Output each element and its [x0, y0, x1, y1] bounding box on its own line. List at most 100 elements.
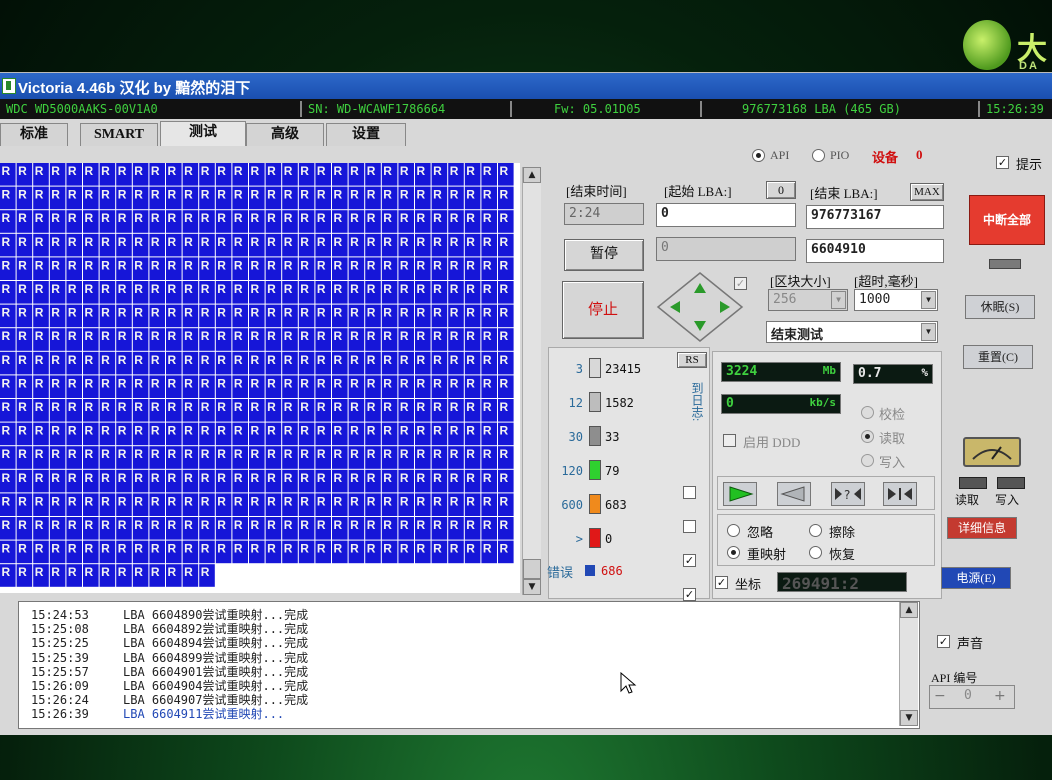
block-cell-letter: R	[500, 400, 509, 414]
seek-button[interactable]: ?	[831, 482, 865, 506]
log-to-checkbox[interactable]	[683, 486, 696, 499]
block-cell-letter: R	[300, 235, 309, 249]
verify-radio[interactable]	[861, 406, 874, 419]
api-number-label: API 编号	[931, 671, 978, 685]
block-cell-letter: R	[367, 235, 376, 249]
block-cell-letter: R	[134, 329, 143, 343]
block-cell-letter: R	[51, 211, 60, 225]
block-cell-letter: R	[101, 376, 110, 390]
block-cell-letter: R	[51, 542, 60, 556]
block-cell-letter: R	[500, 306, 509, 320]
block-cell-letter: R	[35, 211, 44, 225]
block-cell-letter: R	[18, 235, 27, 249]
log-to-checkbox[interactable]	[683, 520, 696, 533]
sound-checkbox[interactable]: ✓	[937, 635, 950, 648]
erase-radio[interactable]	[809, 524, 822, 537]
coord-checkbox[interactable]: ✓	[715, 576, 728, 589]
end-action-select[interactable]: 结束测试 ▼	[766, 321, 938, 343]
block-cell-letter: R	[101, 282, 110, 296]
tab-smart[interactable]: SMART	[80, 123, 158, 146]
tab-test[interactable]: 测试	[160, 121, 246, 146]
read-radio[interactable]	[861, 430, 874, 443]
direction-pad[interactable]	[656, 271, 744, 343]
power-button[interactable]: 电源(E)	[941, 567, 1011, 589]
pause-button[interactable]: 暂停	[564, 239, 644, 271]
remap-radio[interactable]	[727, 546, 740, 559]
svg-text:?: ?	[844, 488, 850, 502]
map-scrollbar[interactable]: ▲ ▼	[522, 167, 541, 595]
plus-icon[interactable]: +	[994, 688, 1006, 704]
reset-button[interactable]: 重置(C)	[963, 345, 1033, 369]
rewind-button[interactable]	[777, 482, 811, 506]
block-map-grid: R R R R R R R R R R R R R R R R R R R R R R R R R R R R R R RR R R R R R R R R…	[0, 163, 514, 587]
block-cell-letter: R	[400, 282, 409, 296]
block-cell-letter: R	[217, 471, 226, 485]
stop-button[interactable]: 停止	[562, 281, 644, 339]
tab-settings[interactable]: 设置	[326, 123, 406, 146]
block-cell-letter: R	[18, 258, 27, 272]
end-lba-max-button[interactable]: MAX	[910, 183, 944, 201]
block-cell-letter: R	[234, 518, 243, 532]
block-cell-letter: R	[101, 306, 110, 320]
stat-count: 0	[605, 532, 613, 546]
block-cell-letter: R	[466, 329, 475, 343]
chevron-down-icon: ▼	[921, 323, 936, 341]
scroll-down-button[interactable]: ▼	[523, 579, 541, 595]
minus-icon[interactable]: −	[934, 688, 946, 704]
block-cell-letter: R	[35, 518, 44, 532]
block-cell-letter: R	[2, 258, 11, 272]
block-size-select[interactable]: 256 ▼	[768, 289, 848, 311]
block-size-label: [区块大小]	[770, 274, 831, 289]
block-cell-letter: R	[151, 565, 160, 579]
block-cell-letter: R	[367, 376, 376, 390]
block-cell-letter: R	[2, 565, 11, 579]
block-cell-letter: R	[151, 518, 160, 532]
block-cell-letter: R	[267, 471, 276, 485]
api-radio[interactable]	[752, 149, 765, 162]
block-cell-letter: R	[400, 518, 409, 532]
block-cell-letter: R	[367, 258, 376, 272]
timeout-select[interactable]: 1000 ▼	[854, 289, 938, 311]
hints-checkbox[interactable]: ✓	[996, 156, 1009, 169]
step-button[interactable]	[883, 482, 917, 506]
end-lba-input[interactable]: 976773167	[806, 205, 944, 229]
restore-radio[interactable]	[809, 546, 822, 559]
mode-checkbox[interactable]: ✓	[734, 277, 747, 290]
block-cell-letter: R	[101, 258, 110, 272]
log-scrollbar[interactable]: ▲ ▼	[899, 602, 918, 726]
log-to-checkbox[interactable]: ✓	[683, 588, 696, 601]
clock: 15:26:39	[986, 102, 1044, 116]
block-cell-letter: R	[334, 282, 343, 296]
tab-advanced[interactable]: 高级	[246, 123, 324, 146]
block-cell-letter: R	[151, 188, 160, 202]
ddd-checkbox[interactable]	[723, 434, 736, 447]
log-to-checkbox[interactable]: ✓	[683, 554, 696, 567]
pio-radio[interactable]	[812, 149, 825, 162]
block-cell-letter: R	[101, 494, 110, 508]
sleep-button[interactable]: 休眠(S)	[965, 295, 1035, 319]
block-cell-letter: R	[51, 494, 60, 508]
details-button[interactable]: 详细信息	[947, 517, 1017, 539]
play-button[interactable]	[723, 482, 757, 506]
scroll-up-button[interactable]: ▲	[523, 167, 541, 183]
api-number-spinner[interactable]: − 0 +	[929, 685, 1015, 709]
read-led	[959, 477, 987, 489]
start-lba-input[interactable]: 0	[656, 203, 796, 227]
write-radio[interactable]	[861, 454, 874, 467]
tab-standard[interactable]: 标准	[0, 123, 68, 146]
block-cell-letter: R	[500, 376, 509, 390]
break-all-button[interactable]: 中断全部	[969, 195, 1045, 245]
rs-button[interactable]: RS	[677, 352, 707, 368]
block-cell-letter: R	[151, 282, 160, 296]
block-cell-letter: R	[201, 494, 210, 508]
log-scroll-down[interactable]: ▼	[900, 710, 918, 726]
block-cell-letter: R	[134, 282, 143, 296]
block-cell-letter: R	[367, 494, 376, 508]
ignore-radio[interactable]	[727, 524, 740, 537]
log-scroll-up[interactable]: ▲	[900, 602, 918, 618]
end-time-input[interactable]: 2:24	[564, 203, 644, 225]
block-cell-letter: R	[168, 188, 177, 202]
start-lba-zero-button[interactable]: 0	[766, 181, 796, 199]
block-cell-letter: R	[18, 211, 27, 225]
scroll-thumb[interactable]	[523, 559, 541, 579]
